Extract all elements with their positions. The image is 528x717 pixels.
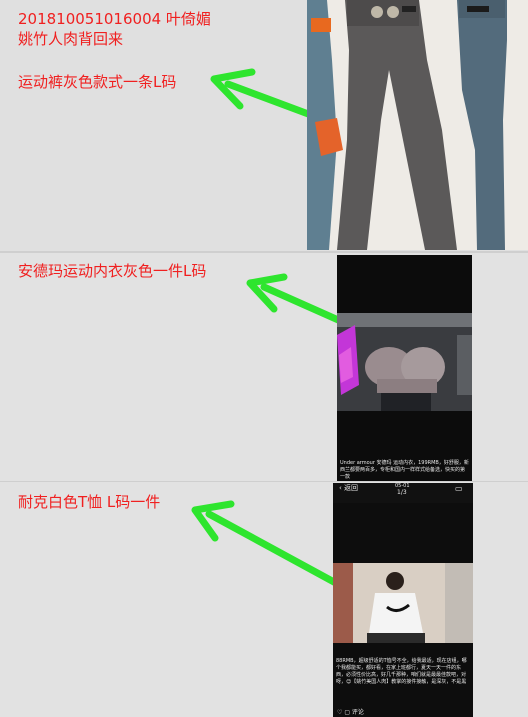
order-number-text: 201810051016004 叶倚媚 [18, 10, 211, 28]
caption-text: 88RMB，超级舒适的T恤号不全，给我最适，现在店组，哪个我都能买，都好看，在家… [336, 658, 467, 685]
phone-top-bar: ‹ 返回 05-01 1/3 ▭ [333, 483, 473, 503]
back-button[interactable]: ‹ 返回 [339, 485, 358, 492]
comment-label[interactable]: 评论 [352, 709, 364, 716]
leggings-photo [307, 0, 528, 250]
panel-leggings: 201810051016004 叶倚媚 姚竹人肉背回来 运动裤灰色款式一条L码 [0, 0, 528, 253]
page-indicator: 1/3 [397, 489, 407, 496]
like-icon[interactable]: ♡ [337, 709, 342, 716]
screenshot-sports-bra: Under armour 安德玛 运动内衣，199RMB，好舒服，新西兰都要两百… [337, 255, 472, 482]
item-label-sports-bra: 安德玛运动内衣灰色一件L码 [18, 262, 207, 280]
item-label-tshirt: 耐克白色T恤 L码一件 [18, 493, 161, 511]
item-label-leggings: 运动裤灰色款式一条L码 [18, 73, 177, 91]
caption-text: Under armour 安德玛 运动内衣，199RMB，好舒服，新西兰都要两百… [340, 460, 469, 480]
arrow-icon [191, 500, 349, 592]
screenshot-tshirt: ‹ 返回 05-01 1/3 ▭ 88RMB，超级舒适的T恤号不全，给我最适，现… [333, 483, 473, 717]
comment-icon[interactable]: ▢ [344, 709, 350, 716]
bottom-toolbar: ♡ ▢ 评论 [337, 709, 364, 716]
more-icon[interactable]: ▭ [455, 485, 463, 493]
tshirt-photo [333, 563, 473, 643]
carrier-text: 姚竹人肉背回来 [18, 30, 124, 48]
